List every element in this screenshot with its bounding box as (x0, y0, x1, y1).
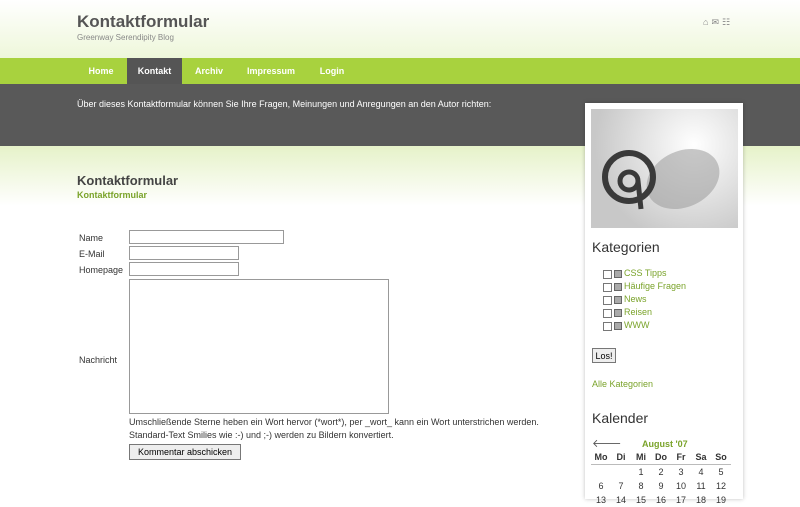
calendar-table: Mo Di Mi Do Fr Sa So 1 2 3 4 5 6 7 8 9 1… (591, 450, 731, 507)
homepage-label: Homepage (79, 265, 124, 275)
calendar-day: 4 (698, 467, 704, 477)
category-link[interactable]: Reisen (624, 307, 652, 317)
name-input[interactable] (129, 230, 284, 244)
weekday-label: Sa (691, 450, 711, 465)
weekday-label: Fr (671, 450, 691, 465)
calendar-prev-arrow-icon[interactable]: 🡐 (592, 436, 622, 450)
rss-feed-icon[interactable] (614, 283, 622, 291)
message-textarea[interactable] (129, 279, 389, 414)
calendar-day: 12 (715, 481, 726, 491)
formatting-note: Umschließende Sterne heben ein Wort herv… (129, 416, 569, 442)
category-checkbox[interactable] (603, 283, 612, 292)
mail-icon[interactable]: ✉ (711, 17, 722, 27)
calendar-day: 9 (658, 481, 664, 491)
category-checkbox[interactable] (603, 296, 612, 305)
nav-item-login[interactable]: Login (308, 58, 356, 84)
page-title: Kontaktformular (77, 173, 179, 188)
formatting-note-line1: Umschließende Sterne heben ein Wort herv… (129, 417, 539, 427)
email-label: E-Mail (79, 249, 105, 259)
rss-feed-icon[interactable] (614, 270, 622, 278)
nav-item-home[interactable]: Home (77, 58, 125, 84)
message-label: Nachricht (79, 355, 118, 365)
weekday-label: Do (651, 450, 671, 465)
calendar-heading: Kalender (592, 410, 649, 426)
weekday-label: Mi (631, 450, 651, 465)
main-nav: Home Kontakt Archiv Impressum Login (0, 58, 800, 84)
category-checkbox[interactable] (603, 322, 612, 331)
category-link[interactable]: Häufige Fragen (624, 281, 686, 291)
calendar-day: 5 (718, 467, 724, 477)
category-checkbox[interactable] (603, 309, 612, 318)
calendar-day: 16 (655, 495, 666, 505)
rss-feed-icon[interactable] (614, 322, 622, 330)
rss-feed-icon[interactable] (614, 309, 622, 317)
go-button[interactable]: Los! (592, 348, 616, 363)
category-link[interactable]: WWW (624, 320, 649, 330)
email-input[interactable] (129, 246, 239, 260)
page-subtitle[interactable]: Kontaktformular (77, 190, 147, 200)
sidebar: Kategorien CSS Tipps Häufige Fragen News… (585, 103, 743, 505)
calendar-day: 11 (696, 481, 706, 491)
site-subtitle: Greenway Serendipity Blog (77, 33, 174, 42)
category-link[interactable]: CSS Tipps (624, 268, 667, 278)
calendar-day: 10 (675, 481, 686, 491)
calendar-day: 17 (675, 495, 686, 505)
calendar-day (591, 465, 611, 480)
weekday-label: Mo (591, 450, 611, 465)
nav-item-impressum[interactable]: Impressum (238, 58, 304, 84)
homepage-input[interactable] (129, 262, 239, 276)
intro-text: Über dieses Kontaktformular können Sie I… (77, 99, 492, 109)
calendar-day: 7 (618, 481, 624, 491)
calendar-day: 14 (615, 495, 626, 505)
calendar-day: 6 (598, 481, 604, 491)
calendar-day (611, 465, 631, 480)
calendar-week-row: 1 2 3 4 5 (591, 465, 731, 480)
all-categories-link[interactable]: Alle Kategorien (592, 379, 653, 389)
calendar-week-row: 6 7 8 9 10 11 12 (591, 479, 731, 493)
categories-heading: Kategorien (592, 239, 660, 255)
calendar-day: 3 (678, 467, 684, 477)
nav-item-archiv[interactable]: Archiv (184, 58, 234, 84)
header: Kontaktformular Greenway Serendipity Blo… (0, 0, 800, 58)
formatting-note-line2: Standard-Text Smilies wie :-) und ;-) we… (129, 430, 394, 440)
calendar-day: 8 (638, 481, 644, 491)
calendar-day: 1 (638, 467, 644, 477)
category-checkbox[interactable] (603, 270, 612, 279)
weekday-label: Di (611, 450, 631, 465)
category-link[interactable]: News (624, 294, 647, 304)
rss-feed-icon[interactable] (614, 296, 622, 304)
sitemap-icon[interactable]: ☷ (722, 17, 733, 27)
name-label: Name (79, 233, 104, 243)
calendar-day: 2 (658, 467, 664, 477)
calendar-day: 18 (695, 495, 706, 505)
weekday-label: So (711, 450, 731, 465)
calendar-day: 13 (595, 495, 606, 505)
calendar-week-row: 13 14 15 16 17 18 19 (591, 493, 731, 507)
calendar-day: 15 (635, 495, 646, 505)
header-icons: ⌂✉☷ (703, 17, 733, 28)
calendar-day: 19 (715, 495, 726, 505)
at-sign-image (591, 109, 738, 228)
submit-comment-button[interactable]: Kommentar abschicken (129, 444, 241, 460)
calendar-weekday-row: Mo Di Mi Do Fr Sa So (591, 450, 731, 465)
at-sign-graphic (602, 148, 720, 210)
calendar-month[interactable]: August '07 (642, 439, 688, 449)
site-title[interactable]: Kontaktformular (77, 12, 209, 32)
nav-item-kontakt[interactable]: Kontakt (127, 58, 182, 84)
